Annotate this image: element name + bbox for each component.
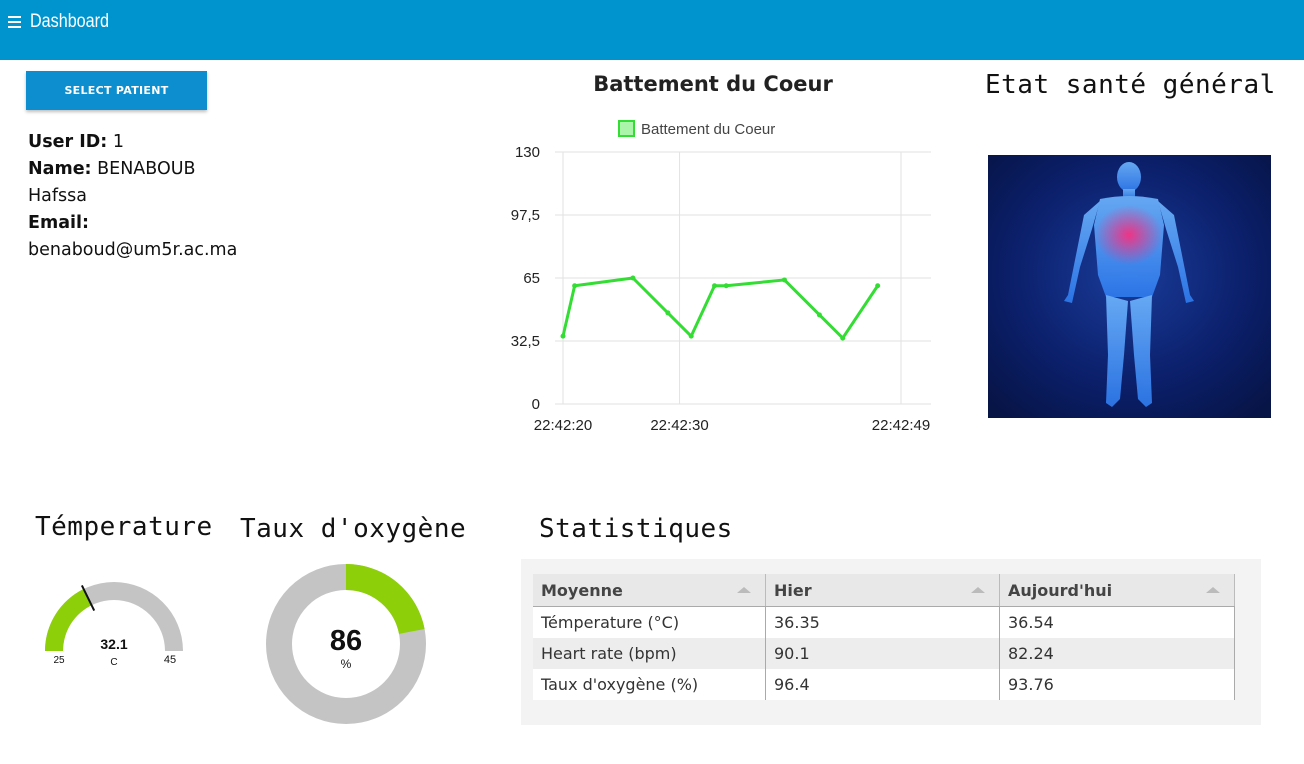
stats-table: Moyenne Hier Aujourd'hui Témperature (°C…: [533, 574, 1235, 700]
human-body-anatomy-image: [988, 155, 1271, 418]
email-value: benaboud@um5r.ac.ma: [28, 240, 238, 260]
legend-swatch: [618, 120, 635, 137]
temperature-gauge: 32.1 C 25 45: [45, 582, 183, 668]
user-id-row: User ID: 1: [28, 129, 258, 156]
table-cell: Heart rate (bpm): [533, 638, 766, 669]
table-cell: 82.24: [999, 638, 1235, 669]
sort-icon[interactable]: [1206, 587, 1220, 593]
table-row: Taux d'oxygène (%) 96.4 93.76: [533, 669, 1235, 700]
oxygen-title: Taux d'oxygène: [240, 514, 467, 544]
gauge-max: 45: [164, 654, 176, 666]
email-label: Email:: [28, 213, 89, 233]
table-cell: 90.1: [765, 638, 1000, 669]
column-header-aujourdhui[interactable]: Aujourd'hui: [999, 574, 1235, 607]
gauge-fill: [45, 589, 92, 651]
chart-series: [560, 275, 881, 341]
data-point: [572, 283, 578, 289]
x-tick-label: 22:42:30: [650, 417, 708, 434]
donut-value: 86: [330, 625, 362, 657]
data-point: [875, 283, 881, 289]
table-cell: Témperature (°C): [533, 606, 766, 638]
table-row: Témperature (°C) 36.35 36.54: [533, 606, 1235, 638]
data-point: [840, 335, 846, 341]
x-tick-label: 22:42:20: [534, 417, 592, 434]
table-cell: Taux d'oxygène (%): [533, 669, 766, 700]
data-point: [560, 333, 566, 339]
name-last: Hafssa: [28, 186, 88, 206]
y-tick-label: 65: [523, 270, 540, 287]
name-row: Name: BENABOUB: [28, 156, 258, 183]
gauge-unit: C: [110, 657, 117, 668]
chart-grid: [555, 151, 931, 405]
donut-unit: %: [341, 657, 352, 671]
series-line: [561, 276, 879, 340]
table-row: Heart rate (bpm) 90.1 82.24: [533, 638, 1235, 669]
table-cell: 36.35: [765, 606, 1000, 638]
user-id-value: 1: [112, 132, 124, 152]
name-first: BENABOUB: [97, 159, 196, 179]
user-id-label: User ID:: [28, 132, 108, 152]
app-title: Dashboard: [30, 11, 110, 32]
data-point: [712, 283, 718, 289]
general-state-title: Etat santé général: [985, 70, 1276, 100]
column-header-hier[interactable]: Hier: [765, 574, 1000, 607]
stats-title: Statistiques: [539, 514, 733, 544]
data-point: [816, 312, 822, 318]
data-point: [665, 310, 671, 316]
temperature-title: Témperature: [35, 512, 213, 542]
y-tick-label: 97,5: [511, 207, 540, 224]
y-tick-label: 32,5: [511, 333, 540, 350]
data-point: [630, 275, 636, 281]
y-tick-label: 0: [532, 396, 540, 413]
table-cell: 93.76: [999, 669, 1235, 700]
heart-chart-title: Battement du Coeur: [593, 72, 833, 96]
data-point: [723, 283, 729, 289]
gauge-min: 25: [53, 655, 65, 666]
data-point: [688, 333, 694, 339]
sort-icon[interactable]: [971, 587, 985, 593]
x-tick-label: 22:42:49: [872, 417, 930, 434]
heart-rate-chart: Battement du Coeur 0 32,5 65 97,5 130 22:42:2…: [511, 120, 931, 434]
chart-legend: Battement du Coeur: [618, 120, 775, 138]
table-cell: 36.54: [999, 606, 1235, 638]
column-header-moyenne[interactable]: Moyenne: [533, 574, 766, 607]
hamburger-menu-icon[interactable]: [8, 16, 21, 29]
patient-info: User ID: 1 Name: BENABOUB Hafssa Email: …: [28, 129, 258, 264]
y-tick-label: 130: [515, 144, 540, 161]
sort-icon[interactable]: [737, 587, 751, 593]
gauge-value: 32.1: [100, 636, 127, 652]
oxygen-donut: 86 %: [266, 564, 426, 724]
select-patient-button[interactable]: SELECT PATIENT: [26, 71, 207, 110]
data-point: [781, 277, 787, 283]
top-bar: Dashboard: [0, 0, 1304, 60]
name-label: Name:: [28, 159, 92, 179]
table-cell: 96.4: [765, 669, 1000, 700]
legend-label: Battement du Coeur: [641, 121, 775, 138]
